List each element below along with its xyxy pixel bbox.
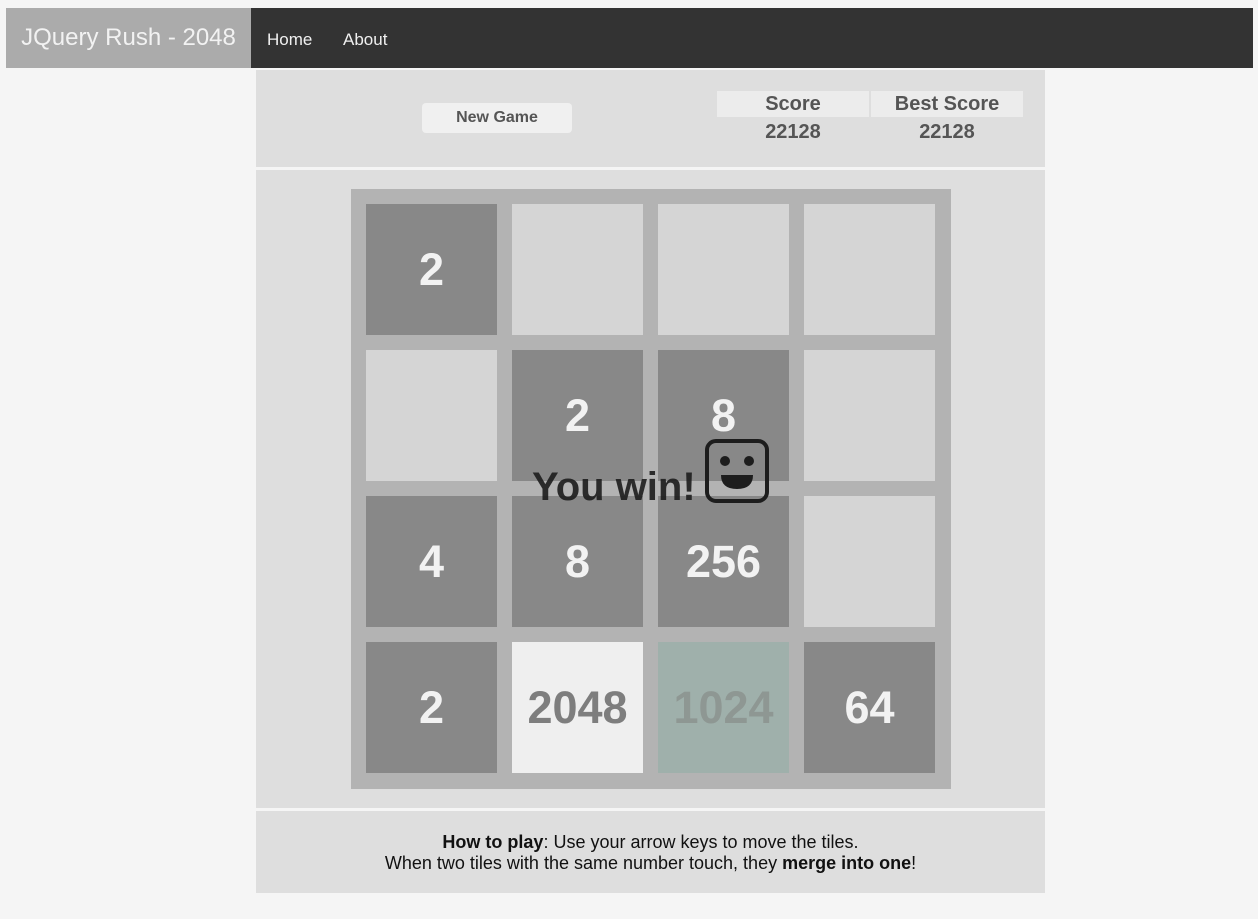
tile-8: 8 (658, 350, 789, 481)
new-game-button[interactable]: New Game (422, 103, 572, 133)
navbar: JQuery Rush - 2048 Home About (6, 8, 1253, 68)
instructions-line-2: When two tiles with the same number touc… (256, 853, 1045, 874)
how-to-play: How to play: Use your arrow keys to move… (256, 811, 1045, 893)
instructions-text-2: When two tiles with the same number touc… (384, 853, 783, 873)
best-score-value: 22128 (919, 121, 975, 143)
tile-8: 8 (512, 496, 643, 627)
grid-cell (804, 350, 935, 481)
grid-cell (658, 204, 789, 335)
tile-2: 2 (366, 204, 497, 335)
tile-2: 2 (512, 350, 643, 481)
grid-cell (366, 350, 497, 481)
tile-2048: 2048 (512, 642, 643, 773)
merge-emphasis: merge into one (782, 853, 912, 873)
best-score-box: Best Score 22128 (871, 91, 1023, 147)
grid-cell (804, 496, 935, 627)
tile-4: 4 (366, 496, 497, 627)
score-value: 22128 (765, 121, 821, 143)
grid-cell (512, 204, 643, 335)
tile-256: 256 (658, 496, 789, 627)
board-panel: 2 2 8 4 8 256 2 2048 1024 64 You win! (256, 170, 1045, 808)
game-grid[interactable]: 2 2 8 4 8 256 2 2048 1024 64 You win! (351, 189, 951, 789)
tile-64: 64 (804, 642, 935, 773)
game-header: New Game Score 22128 Best Score 22128 (256, 70, 1045, 167)
score-label: Score (717, 91, 869, 117)
grid-cell (804, 204, 935, 335)
brand-title[interactable]: JQuery Rush - 2048 (6, 8, 251, 68)
nav-link-home[interactable]: Home (267, 8, 312, 72)
instructions-text-3: ! (911, 853, 917, 873)
tile-2: 2 (366, 642, 497, 773)
instructions-line-1: How to play: Use your arrow keys to move… (256, 832, 1045, 853)
how-to-play-label: How to play (442, 832, 544, 852)
nav-link-about[interactable]: About (343, 8, 387, 72)
best-score-label: Best Score (871, 91, 1023, 117)
score-box: Score 22128 (717, 91, 869, 147)
tile-1024: 1024 (658, 642, 789, 773)
instructions-text-1: : Use your arrow keys to move the tiles. (543, 832, 859, 852)
